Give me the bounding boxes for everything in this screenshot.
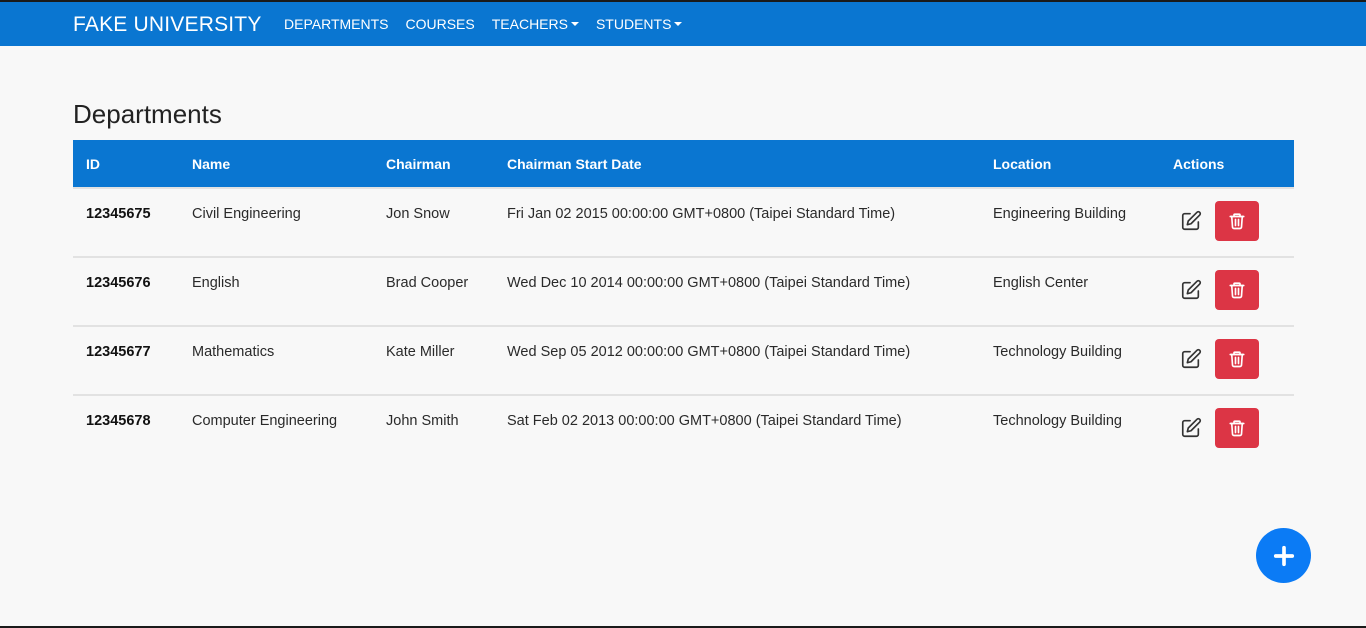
column-header-start-date: Chairman Start Date (507, 155, 642, 172)
column-header-name: Name (192, 155, 231, 172)
edit-button[interactable] (1173, 408, 1209, 448)
column-header-location: Location (993, 155, 1052, 172)
table-row: 12345678 Computer Engineering John Smith… (73, 395, 1294, 464)
trash-icon (1229, 351, 1245, 368)
cell-actions (1160, 395, 1294, 464)
caret-down-icon (674, 22, 683, 26)
nav-link-departments[interactable]: DEPARTMENTS (284, 16, 389, 32)
cell-start-date: Wed Dec 10 2014 00:00:00 GMT+0800 (Taipe… (507, 275, 911, 291)
cell-chairman: John Smith (386, 413, 459, 429)
page-title: Departments (73, 99, 222, 129)
delete-button[interactable] (1215, 339, 1259, 379)
cell-id: 12345675 (86, 206, 151, 222)
edit-icon (1181, 348, 1202, 369)
trash-icon (1229, 420, 1245, 437)
nav-link-label: COURSES (405, 16, 475, 32)
cell-id: 12345676 (86, 275, 151, 291)
cell-id: 12345677 (86, 344, 151, 360)
table-row: 12345676 English Brad Cooper Wed Dec 10 … (73, 257, 1294, 326)
cell-start-date: Sat Feb 02 2013 00:00:00 GMT+0800 (Taipe… (507, 413, 902, 429)
navbar: FAKE UNIVERSITY DEPARTMENTS COURSES TEAC… (0, 0, 1366, 46)
cell-chairman: Kate Miller (386, 344, 455, 360)
edit-icon (1181, 279, 1202, 300)
column-header-chairman: Chairman (386, 155, 451, 172)
edit-icon (1181, 210, 1202, 231)
add-department-button[interactable] (1256, 528, 1311, 583)
cell-location: Engineering Building (993, 206, 1127, 222)
nav-dropdown-teachers[interactable]: TEACHERS (492, 16, 579, 32)
delete-button[interactable] (1215, 408, 1259, 448)
cell-name: Civil Engineering (192, 206, 301, 222)
cell-start-date: Wed Sep 05 2012 00:00:00 GMT+0800 (Taipe… (507, 344, 911, 360)
brand-logo[interactable]: FAKE UNIVERSITY (73, 13, 262, 37)
table-body: 12345675 Civil Engineering Jon Snow Fri … (73, 188, 1294, 464)
nav-links: DEPARTMENTS COURSES TEACHERS STUDENTS (284, 16, 699, 32)
column-header-id: ID (86, 155, 100, 172)
table-row: 12345675 Civil Engineering Jon Snow Fri … (73, 188, 1294, 257)
nav-link-courses[interactable]: COURSES (406, 16, 475, 32)
trash-icon (1229, 213, 1245, 230)
cell-name: Computer Engineering (192, 413, 338, 429)
column-header-actions: Actions (1173, 155, 1225, 172)
table-row: 12345677 Mathematics Kate Miller Wed Sep… (73, 326, 1294, 395)
cell-location: Technology Building (993, 344, 1122, 360)
delete-button[interactable] (1215, 201, 1259, 241)
edit-icon (1181, 417, 1202, 438)
caret-down-icon (570, 22, 579, 26)
table-header: ID Name Chairman Chairman Start Date Loc… (73, 140, 1294, 188)
cell-location: English Center (993, 275, 1089, 291)
cell-actions (1160, 326, 1294, 395)
nav-dropdown-students[interactable]: STUDENTS (595, 16, 683, 32)
nav-link-label: TEACHERS (491, 16, 568, 32)
cell-start-date: Fri Jan 02 2015 00:00:00 GMT+0800 (Taipe… (507, 206, 896, 222)
nav-link-label: STUDENTS (595, 16, 672, 32)
cell-id: 12345678 (86, 413, 151, 429)
departments-table: ID Name Chairman Chairman Start Date Loc… (73, 140, 1294, 464)
cell-chairman: Jon Snow (386, 206, 450, 222)
cell-actions (1160, 257, 1294, 326)
cell-name: Mathematics (192, 344, 275, 360)
trash-icon (1229, 282, 1245, 299)
cell-location: Technology Building (993, 413, 1122, 429)
cell-chairman: Brad Cooper (386, 275, 469, 291)
cell-name: English (192, 275, 240, 291)
plus-icon (1273, 545, 1294, 566)
edit-button[interactable] (1173, 201, 1209, 241)
delete-button[interactable] (1215, 270, 1259, 310)
cell-actions (1160, 188, 1294, 257)
nav-link-label: DEPARTMENTS (284, 16, 389, 32)
edit-button[interactable] (1173, 339, 1209, 379)
edit-button[interactable] (1173, 270, 1209, 310)
